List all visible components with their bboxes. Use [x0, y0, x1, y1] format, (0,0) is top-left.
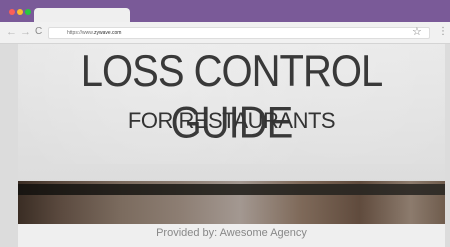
provided-by-text: Provided by: Awesome Agency [156, 227, 307, 239]
star-icon[interactable]: ☆ [412, 26, 422, 38]
url-host: zywave.com [93, 30, 122, 36]
title-bar [0, 0, 450, 22]
url-text: https://www.zywave.com [67, 29, 121, 38]
browser-tab[interactable] [34, 8, 130, 22]
close-window-button[interactable] [9, 9, 15, 15]
maximize-window-button[interactable] [25, 9, 31, 15]
forward-arrow-icon[interactable]: → [20, 26, 31, 38]
page-subtitle: FOR RESTAURANTS [127, 108, 336, 133]
browser-window: ← → C https://www.zywave.com ☆ ⋮ LOSS CO… [0, 0, 450, 247]
back-arrow-icon[interactable]: ← [6, 26, 17, 38]
address-bar[interactable]: https://www.zywave.com [48, 27, 430, 39]
reload-icon[interactable]: C [35, 26, 42, 38]
minimize-window-button[interactable] [17, 9, 23, 15]
more-vertical-icon[interactable]: ⋮ [438, 26, 448, 38]
page-content: LOSS CONTROL GUIDE FOR RESTAURANTS Provi… [18, 44, 445, 247]
photo-overlay [18, 184, 445, 195]
url-prefix: https://www. [67, 30, 94, 36]
browser-toolbar: ← → C https://www.zywave.com ☆ ⋮ [0, 22, 450, 44]
